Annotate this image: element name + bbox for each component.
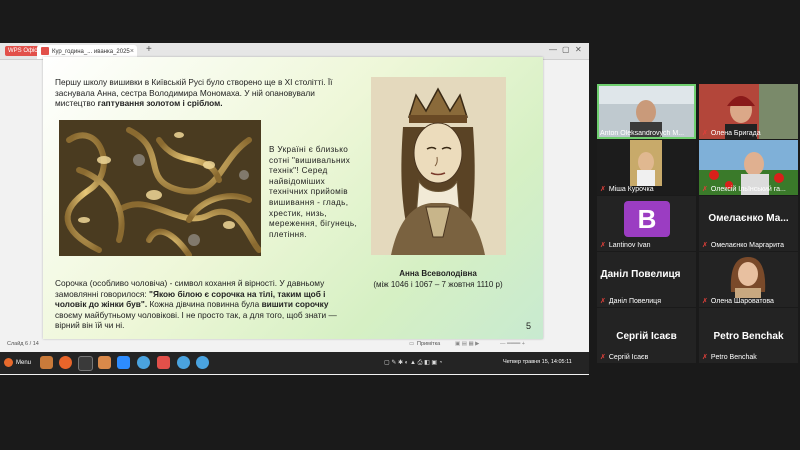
participant-big-name: Омелаєнко Ма... [708,213,789,224]
chrome-icon[interactable] [137,356,150,369]
mic-muted-icon: ✗ [702,354,708,361]
new-tab-button[interactable]: + [146,44,152,55]
participant-big-name: Сергій Ісаєв [616,331,677,342]
start-menu-button[interactable]: Menu [4,358,31,367]
participant-name: ✗ Lantinov Ivan [600,241,651,249]
participant-name: ✗ Сергій Ісаєв [600,353,648,361]
chrome-icon[interactable] [177,356,190,369]
participant-name-text: Міша Курочка [608,186,654,193]
mic-muted-icon: ✗ [702,186,708,193]
wps-presentation-icon[interactable] [157,356,170,369]
slide-counter: Слайд 6 / 14 [7,341,39,347]
participant-tile-oleksii[interactable]: ✗ Олексій Ільїнський га... [699,140,798,195]
participant-name: ✗ Даніл Повелиця [600,297,661,305]
presentation-statusbar: Слайд 6 / 14 ▭ Примітка ▣ ▤ ▦ ▶ — ━━━━ + [0,339,589,349]
zoom-icon[interactable] [117,356,130,369]
portrait-caption-name: Анна Всеволодівна [399,269,477,278]
participant-tile-olena-bryhada[interactable]: ✗ Олена Бригада [699,84,798,139]
notes-button[interactable]: Примітка [417,339,440,349]
participant-name: ✗ Олена Шароватова [702,297,774,305]
anna-vsevolodivna-portrait [371,77,506,255]
participant-name: Anton Oleksandrovych M... [600,130,684,137]
maximize-button[interactable]: ▢ [562,45,570,54]
participant-tile-olena-sharovatova[interactable]: ✗ Олена Шароватова [699,252,798,307]
participant-name: ✗ Міша Курочка [600,185,654,193]
participant-tile-petro[interactable]: Petro Benchak ✗ Petro Benchak [699,308,798,363]
paragraph-bold-text: гаптування золотом і сріблом. [97,98,223,109]
participant-name-text: Олена Шароватова [710,298,774,305]
mic-muted-icon: ✗ [702,298,708,305]
presentation-slide: Першу школу вишивки в Київській Русі бул… [43,57,543,339]
participant-name-text: Anton Oleksandrovych M... [600,130,685,137]
mic-muted-icon: ✗ [600,186,606,193]
participant-tile-omelaienko[interactable]: Омелаєнко Ма... ✗ Омелаєнко Маргарита [699,196,798,251]
paragraph-embroidery-school: Першу школу вишивки в Київській Русі бул… [55,77,345,109]
firefox-icon[interactable] [59,356,72,369]
taskbar-clock[interactable]: Четвер травня 15, 14:05:11 [503,359,572,365]
mic-muted-icon: ✗ [600,354,606,361]
participant-name-text: Омелаєнко Маргарита [710,242,784,249]
participant-name: ✗ Petro Benchak [702,353,757,361]
participant-big-name: Petro Benchak [713,331,784,342]
paragraph-shirt-symbol: Сорочка (особливо чоловіча) - символ кох… [55,278,355,331]
participant-tile-misha[interactable]: ✗ Міша Курочка [597,140,696,195]
participant-tile-lantinov[interactable]: B ✗ Lantinov Ivan [597,196,696,251]
paragraph-bold-text: вишити сорочку [261,299,329,310]
gold-embroidery-image [59,120,261,256]
participant-big-name: Даніл Повелиця [600,269,681,280]
participant-tile-danil[interactable]: Даніл Повелиця ✗ Даніл Повелиця [597,252,696,307]
close-window-button[interactable]: ✕ [575,45,582,54]
participant-name-text: Олена Бригада [710,130,761,137]
mic-muted-icon: ✗ [702,130,708,137]
terminal-icon[interactable] [78,356,93,371]
paragraph-text: Кожна дівчина повинна була [147,299,262,310]
document-tab-label: Кур_година_... иванка_2025 [52,49,130,55]
portrait-caption-dates: (між 1046 і 1067 – 7 жовтня 1110 р) [373,280,503,289]
participant-tile-serhii[interactable]: Сергій Ісаєв ✗ Сергій Ісаєв [597,308,696,363]
participant-name-text: Lantinov Ivan [608,242,651,249]
files-icon[interactable] [40,356,53,369]
paragraph-text: своєму майбутньому чоловікові. І не прос… [55,309,337,331]
start-menu-label: Menu [16,360,32,367]
chrome-icon[interactable] [196,356,209,369]
notes-icon[interactable]: ▭ [409,339,414,349]
participant-tile-anton[interactable]: Anton Oleksandrovych M... [597,84,696,139]
participant-name: ✗ Олена Бригада [702,129,761,137]
participant-name-text: Petro Benchak [710,354,757,361]
mint-logo-icon [4,358,13,367]
mic-muted-icon: ✗ [600,242,606,249]
system-tray-icons[interactable]: ▢ ✎ ✱ ◐ ▲ ⎙ ◧ ▣ ◔ [384,359,442,367]
participant-name: ✗ Омелаєнко Маргарита [702,241,784,249]
wps-app-badge[interactable]: WPS Офіс [5,46,41,56]
shared-screen: WPS Офіс Кур_година_... иванка_2025 × + … [0,43,589,375]
mic-muted-icon: ✗ [600,298,606,305]
participant-name-text: Даніл Повелиця [608,298,661,305]
participant-name-text: Сергій Ісаєв [608,354,649,361]
participant-name: ✗ Олексій Ільїнський га... [702,185,786,193]
presentation-icon [41,47,49,56]
zoom-slider[interactable]: — ━━━━ + [500,339,525,349]
normal-view-icon[interactable]: ▣ ▤ ▦ ▶ [455,339,479,349]
participant-avatar: B [624,201,670,237]
slide-number: 5 [526,321,532,331]
paragraph-embroidery-techniques: В Україні є близько сотні "вишивальних т… [269,145,358,239]
system-taskbar: Menu ▢ ✎ ✱ ◐ ▲ ⎙ ◧ ▣ ◔ Четвер травня 15,… [0,352,589,374]
minimize-button[interactable]: — [549,45,557,54]
folder-icon[interactable] [98,356,111,369]
participant-name-text: Олексій Ільїнський га... [710,186,786,193]
portrait-caption: Анна Всеволодівна (між 1046 і 1067 – 7 ж… [358,268,518,290]
mic-muted-icon: ✗ [702,242,708,249]
